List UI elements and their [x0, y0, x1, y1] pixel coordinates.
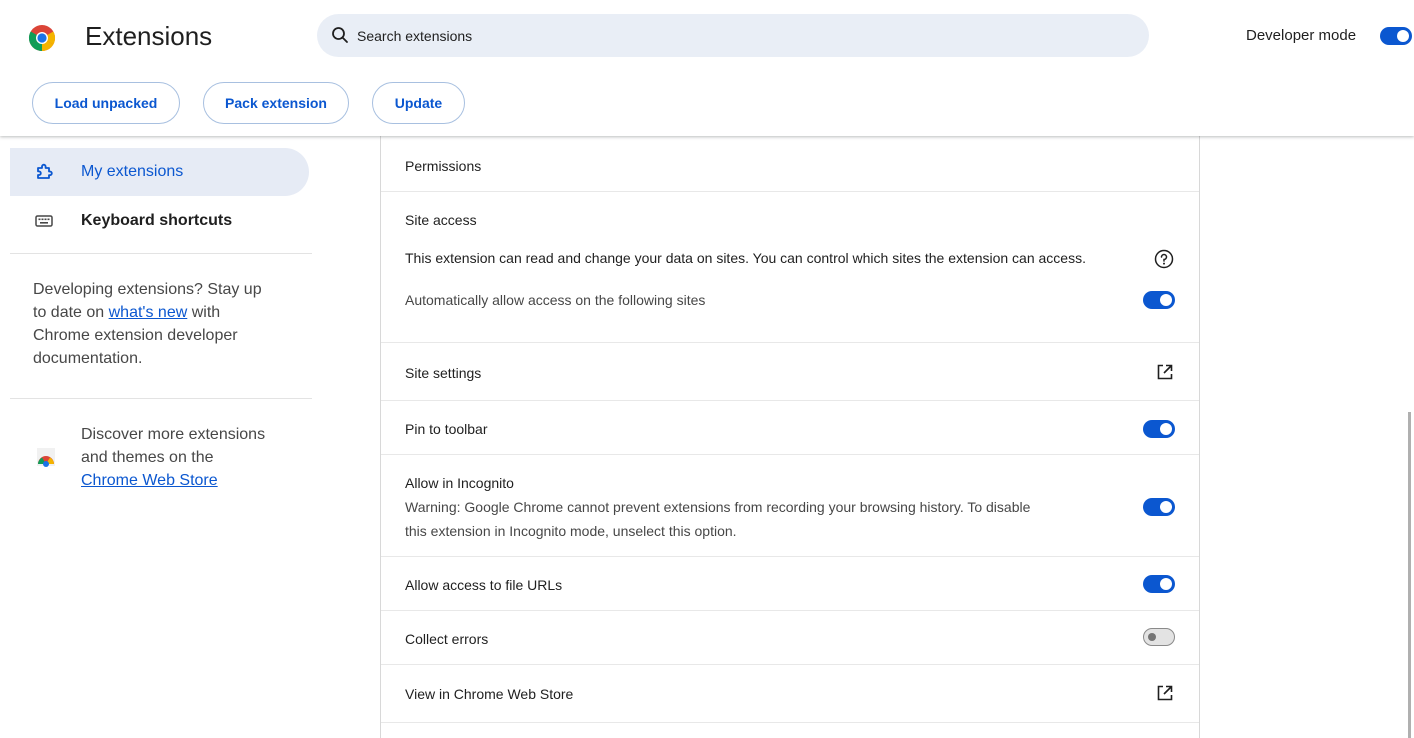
search-input[interactable] [357, 14, 1117, 57]
whats-new-link[interactable]: what's new [109, 304, 188, 321]
developer-mode-toggle[interactable] [1380, 27, 1412, 45]
site-access-description: This extension can read and change your … [405, 250, 1086, 266]
open-in-new-icon[interactable] [1156, 363, 1174, 381]
file-urls-label: Allow access to file URLs [405, 577, 563, 593]
collect-errors-toggle[interactable] [1143, 628, 1175, 646]
row-divider [381, 664, 1199, 665]
pin-to-toolbar-label: Pin to toolbar [405, 421, 488, 437]
scrollbar[interactable] [1408, 412, 1411, 738]
page-title: Extensions [85, 21, 213, 51]
sidebar: My extensions Keyboard shortcuts Develop… [0, 136, 320, 738]
extension-details-panel: Permissions Site access This extension c… [380, 136, 1200, 738]
row-divider [381, 454, 1199, 455]
incognito-label: Allow in Incognito [405, 475, 514, 491]
sidebar-divider [10, 253, 312, 254]
web-store-icon [37, 448, 55, 467]
update-button[interactable]: Update [372, 82, 465, 124]
page-header: Extensions Developer mode Load unpacked … [0, 0, 1414, 136]
pin-to-toolbar-toggle[interactable] [1143, 420, 1175, 438]
web-store-promo-text: Discover more extensions and themes on t… [81, 426, 266, 489]
chrome-web-store-link[interactable]: Chrome Web Store [81, 472, 218, 489]
row-divider [381, 342, 1199, 343]
incognito-warning: Warning: Google Chrome cannot prevent ex… [405, 499, 1031, 539]
sidebar-item-my-extensions[interactable]: My extensions [10, 148, 309, 196]
search-bar[interactable] [317, 14, 1149, 57]
incognito-toggle[interactable] [1143, 498, 1175, 516]
load-unpacked-button[interactable]: Load unpacked [32, 82, 180, 124]
pack-extension-button[interactable]: Pack extension [203, 82, 349, 124]
row-divider [381, 610, 1199, 611]
help-icon[interactable] [1154, 249, 1174, 269]
row-divider [381, 556, 1199, 557]
developer-mode-label: Developer mode [1246, 27, 1357, 44]
row-divider [381, 191, 1199, 192]
view-in-web-store-label: View in Chrome Web Store [405, 686, 574, 702]
open-in-new-icon[interactable] [1156, 684, 1174, 702]
auto-allow-label: Automatically allow access on the follow… [405, 292, 706, 308]
sidebar-item-keyboard-shortcuts[interactable]: Keyboard shortcuts [10, 197, 309, 245]
keyboard-icon [35, 215, 53, 227]
chrome-logo-icon [28, 25, 56, 52]
collect-errors-label: Collect errors [405, 631, 489, 647]
sidebar-divider [10, 398, 312, 399]
permissions-label: Permissions [405, 158, 482, 174]
puzzle-icon [37, 163, 53, 179]
sidebar-item-label: Keyboard shortcuts [81, 212, 233, 229]
file-urls-toggle[interactable] [1143, 575, 1175, 593]
developer-promo-text: Developing extensions? Stay up to date o… [33, 281, 262, 367]
site-access-title: Site access [405, 212, 477, 228]
row-divider [381, 722, 1199, 723]
search-icon [332, 27, 348, 43]
auto-allow-toggle[interactable] [1143, 291, 1175, 309]
site-settings-label: Site settings [405, 365, 482, 381]
sidebar-item-label: My extensions [81, 163, 184, 180]
row-divider [381, 400, 1199, 401]
